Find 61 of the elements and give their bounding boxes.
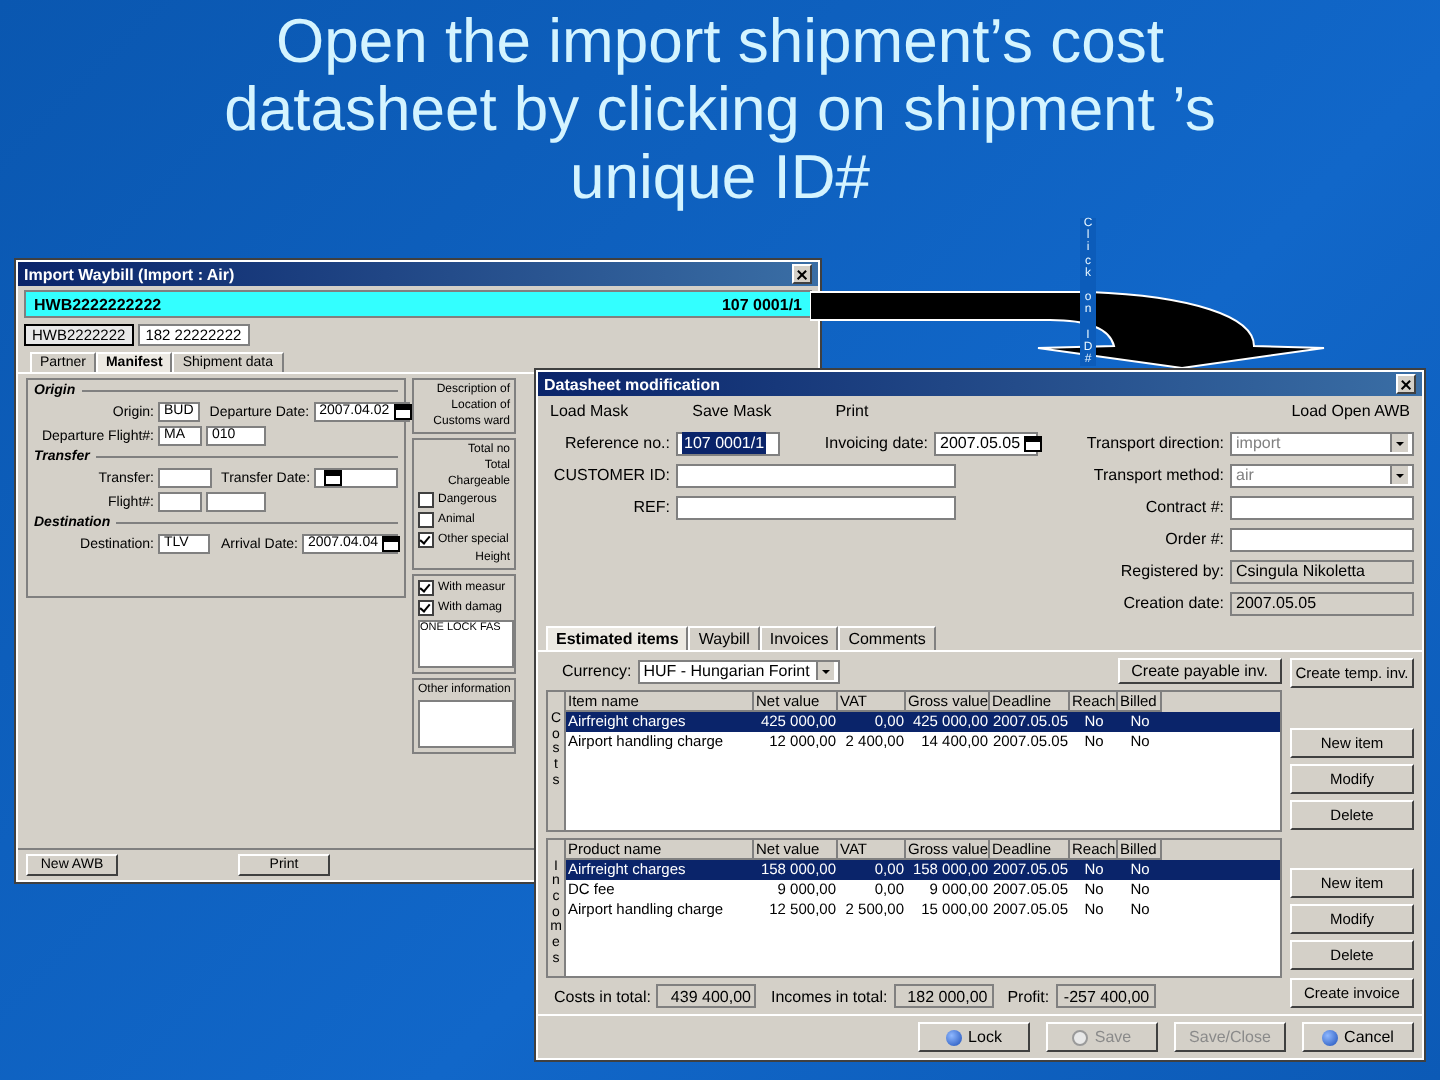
calendar-icon[interactable] (382, 536, 401, 552)
checkbox[interactable] (418, 492, 434, 508)
reference-field[interactable]: 107 0001/1 (676, 431, 780, 455)
field-label: Registered by: (1118, 562, 1224, 580)
footer-button[interactable]: Cancel (1302, 1022, 1414, 1052)
tab[interactable]: Invoices (759, 626, 839, 650)
toolbar-button[interactable]: Save Mask (692, 402, 772, 420)
checkbox[interactable] (418, 580, 434, 596)
field-label: Transport direction: (1084, 434, 1224, 452)
field-label: Costs in total: (554, 987, 651, 1005)
read-only-field: Csingula Nikoletta (1230, 559, 1414, 583)
field-label: Invoicing date: (824, 434, 928, 452)
text-field[interactable] (676, 463, 956, 487)
dropdown[interactable]: import (1230, 431, 1414, 455)
field-label: Reference no.: (563, 434, 670, 452)
toolbar-button[interactable]: Load Open AWB (1291, 402, 1410, 420)
text-field[interactable] (1230, 527, 1414, 551)
text-area[interactable] (418, 700, 514, 748)
calendar-icon[interactable] (324, 470, 343, 486)
checkbox[interactable] (418, 600, 434, 616)
dropdown[interactable]: air (1230, 463, 1414, 487)
tab[interactable]: Waybill (688, 626, 760, 650)
toolbar-button[interactable]: Print (835, 402, 869, 420)
field-label: Currency: (562, 662, 632, 680)
field-label: Creation date: (1121, 594, 1224, 612)
text-field[interactable] (158, 492, 202, 512)
date-field[interactable]: 2007.05.05 (934, 431, 1038, 455)
tab[interactable]: Comments (838, 626, 936, 650)
checkbox[interactable] (418, 532, 434, 548)
calendar-icon[interactable] (1024, 435, 1043, 451)
field-label: Contract #: (1143, 498, 1224, 516)
close-button[interactable] (1396, 374, 1416, 394)
text-field[interactable] (1230, 495, 1414, 519)
field-label: Order #: (1163, 530, 1224, 548)
toolbar-button[interactable]: Load Mask (550, 402, 629, 420)
footer-button[interactable]: Lock (918, 1022, 1030, 1052)
create-payable-invoice-button[interactable]: Create payable inv. (1117, 658, 1282, 684)
checkbox[interactable] (418, 512, 434, 528)
text-field[interactable] (676, 495, 956, 519)
field-label: CUSTOMER ID: (551, 466, 670, 484)
date-field[interactable] (314, 468, 398, 488)
dropdown[interactable]: HUF - Hungarian Forint (637, 659, 840, 683)
close-button[interactable] (792, 264, 812, 284)
tab[interactable]: Estimated items (546, 626, 689, 650)
read-only-field: -257 400,00 (1055, 984, 1156, 1008)
read-only-field: 2007.05.05 (1230, 591, 1414, 615)
text-field[interactable] (158, 468, 212, 488)
field-label: REF: (631, 498, 670, 516)
field-label: Incomes in total: (770, 987, 888, 1005)
window-title: Datasheet modification (544, 375, 721, 393)
slide-title: Open the import shipment’s cost datasheet by clicking on shipment ’s unique ID# (224, 8, 1216, 212)
read-only-field: 439 400,00 (656, 984, 757, 1008)
selected-text: 107 0001/1 (682, 432, 767, 454)
calendar-icon[interactable] (393, 404, 412, 420)
window-title: Import Waybill (Import : Air) (24, 265, 235, 283)
reference-number: 107 0001/1 (721, 295, 802, 313)
field-label: Transport method: (1091, 466, 1224, 484)
text-field[interactable] (206, 492, 266, 512)
read-only-field: 182 000,00 (893, 984, 994, 1008)
waybill-number: HWB2222222222 (34, 295, 162, 313)
field-label: Profit: (1007, 987, 1050, 1005)
